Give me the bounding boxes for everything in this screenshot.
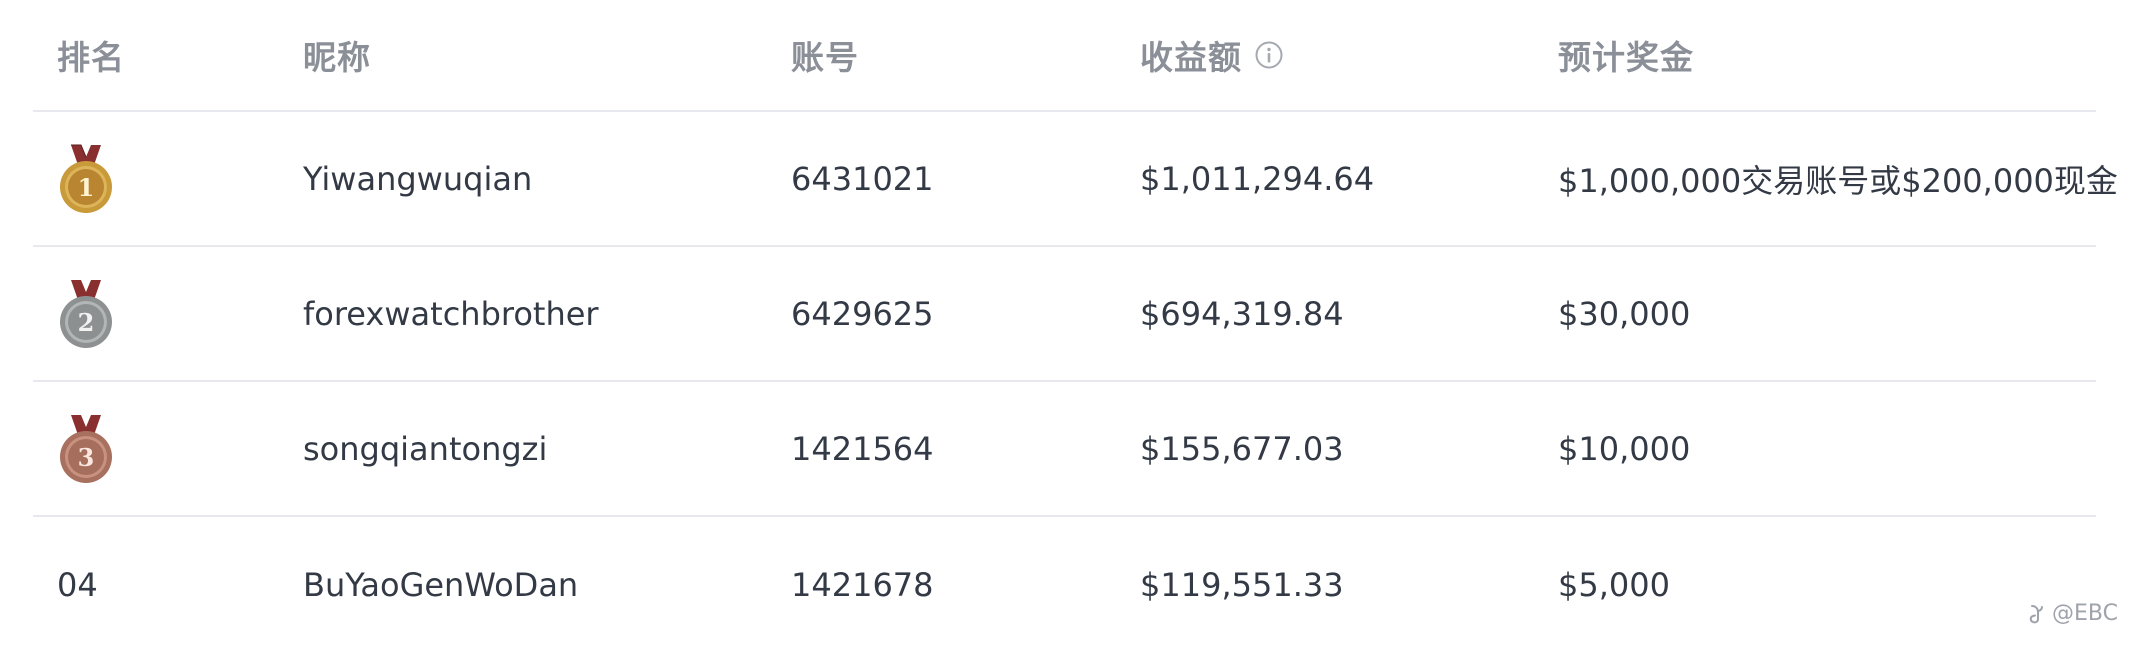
header-account: 账号 [791,38,859,77]
bronze-medal-icon: 3 [60,414,112,483]
medal-rank-number: 3 [78,443,95,472]
table-row: 3 songqiantongzi 1421564 $155,677.03 $10… [33,382,2096,517]
watermark: @EBC [2024,601,2118,626]
prize-cell: $5,000 [1558,565,1670,604]
header-prize: 预计奖金 [1558,38,1694,77]
profit-cell: $1,011,294.64 [1140,159,1375,198]
header-rank: 排名 [57,38,125,77]
nickname-cell: songqiantongzi [303,429,548,468]
prize-cell: $10,000 [1558,429,1691,468]
nickname-cell: Yiwangwuqian [303,159,533,198]
header-nickname: 昵称 [303,38,371,77]
prize-cell: $30,000 [1558,294,1691,333]
profit-cell: $119,551.33 [1140,565,1344,604]
rank-cell: 1 [57,112,115,245]
table-header: 排名 昵称 账号 收益额 预计奖金 [33,0,2096,112]
nickname-cell: forexwatchbrother [303,294,599,333]
profit-cell: $155,677.03 [1140,429,1344,468]
gold-medal-icon: 1 [60,144,112,213]
table-row: 1 Yiwangwuqian 6431021 $1,011,294.64 $1,… [33,112,2118,247]
header-profit-label: 收益额 [1140,38,1242,77]
medal-rank-number: 1 [78,173,95,202]
account-cell: 6429625 [791,294,934,333]
info-icon[interactable] [1254,40,1284,70]
rank-cell: 3 [57,382,115,515]
table-row: 04 BuYaoGenWoDan 1421678 $119,551.33 $5,… [33,517,2096,652]
nickname-cell: BuYaoGenWoDan [303,565,579,604]
platform-logo-icon [2029,604,2044,623]
header-profit: 收益额 [1140,0,1284,110]
rank-cell: 04 [57,565,98,604]
account-cell: 1421678 [791,565,934,604]
profit-cell: $694,319.84 [1140,294,1344,333]
leaderboard-table: 排名 昵称 账号 收益额 预计奖金 1 Yiwangwuqian 6431021… [33,0,2118,636]
silver-medal-icon: 2 [60,279,112,348]
prize-cell: $1,000,000交易账号或$200,000现金 [1558,161,2118,200]
rank-cell: 2 [57,247,115,380]
account-cell: 1421564 [791,429,934,468]
medal-rank-number: 2 [78,308,95,337]
watermark-text: @EBC [2052,601,2118,626]
account-cell: 6431021 [791,159,934,198]
table-row: 2 forexwatchbrother 6429625 $694,319.84 … [33,247,2096,382]
